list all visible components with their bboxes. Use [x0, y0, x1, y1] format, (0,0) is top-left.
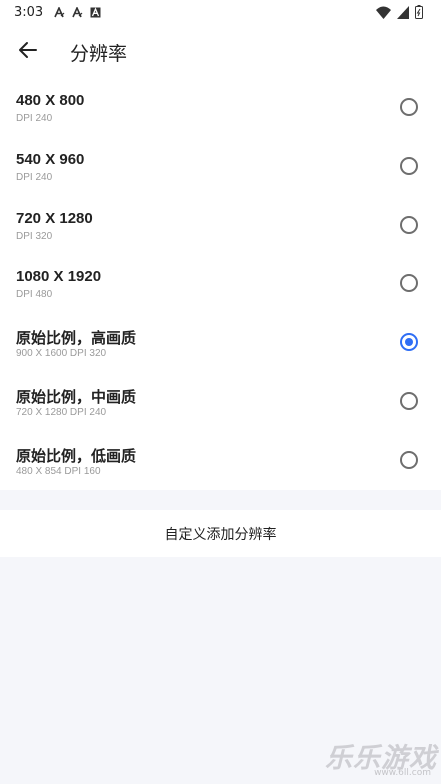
resolution-radio-selected[interactable] — [400, 333, 418, 352]
resolution-label: 540 X 960 — [16, 150, 85, 168]
resolution-item[interactable]: 720 X 1280 DPI 320 — [0, 198, 441, 257]
resolution-list: 480 X 800 DPI 240 540 X 960 DPI 240 720 … — [0, 80, 441, 490]
font-a-box-icon — [90, 6, 101, 18]
resolution-detail: DPI 240 — [16, 113, 53, 124]
resolution-detail: DPI 480 — [16, 289, 53, 301]
resolution-item[interactable]: 原始比例，低画质 480 X 854 DPI 160 — [0, 433, 441, 492]
watermark-url: www.6ll.com — [374, 768, 431, 778]
resolution-item[interactable]: 原始比例，高画质 900 X 1600 DPI 320 — [0, 315, 441, 374]
font-a-icon — [54, 5, 65, 18]
resolution-label: 原始比例，中画质 — [16, 388, 137, 406]
watermark-logo: 乐乐游戏 www.6ll.com — [325, 736, 437, 780]
resolution-detail: 720 X 1280 DPI 240 — [16, 406, 107, 418]
resolution-label: 原始比例，高画质 — [16, 330, 137, 348]
wifi-icon — [376, 6, 391, 23]
system-icons — [376, 5, 423, 23]
resolution-detail: DPI 240 — [16, 171, 53, 183]
custom-add-resolution-button[interactable]: 自定义添加分辨率 — [0, 510, 441, 557]
resolution-radio[interactable] — [400, 156, 418, 175]
resolution-item[interactable]: 540 X 960 DPI 240 — [0, 139, 441, 198]
resolution-detail: 900 X 1600 DPI 320 — [16, 348, 107, 360]
resolution-item[interactable]: 原始比例，中画质 720 X 1280 DPI 240 — [0, 374, 441, 433]
resolution-item[interactable]: 480 X 800 DPI 240 — [0, 80, 441, 139]
custom-add-label: 自定义添加分辨率 — [164, 526, 277, 543]
resolution-radio[interactable] — [400, 391, 418, 410]
app-bar: 分辨率 — [0, 24, 441, 80]
resolution-radio[interactable] — [400, 274, 418, 293]
back-button[interactable] — [0, 24, 56, 80]
arrow-left-icon — [18, 40, 38, 64]
notification-icons — [54, 5, 101, 18]
resolution-detail: DPI 320 — [16, 230, 53, 242]
resolution-radio[interactable] — [400, 215, 418, 234]
resolution-label: 1080 X 1920 — [16, 268, 102, 286]
resolution-radio[interactable] — [400, 98, 418, 116]
page-title: 分辨率 — [70, 42, 128, 65]
resolution-item[interactable]: 1080 X 1920 DPI 480 — [0, 256, 441, 315]
signal-icon — [397, 5, 409, 23]
resolution-label: 720 X 1280 — [16, 209, 93, 227]
battery-icon — [415, 5, 423, 23]
resolution-detail: 480 X 854 DPI 160 — [16, 465, 101, 477]
resolution-label: 480 X 800 — [16, 92, 85, 109]
status-bar: 3:03 — [0, 0, 441, 24]
resolution-radio[interactable] — [400, 450, 418, 469]
font-a-icon — [72, 5, 83, 18]
status-time: 3:03 — [14, 4, 44, 20]
resolution-label: 原始比例，低画质 — [16, 447, 137, 465]
